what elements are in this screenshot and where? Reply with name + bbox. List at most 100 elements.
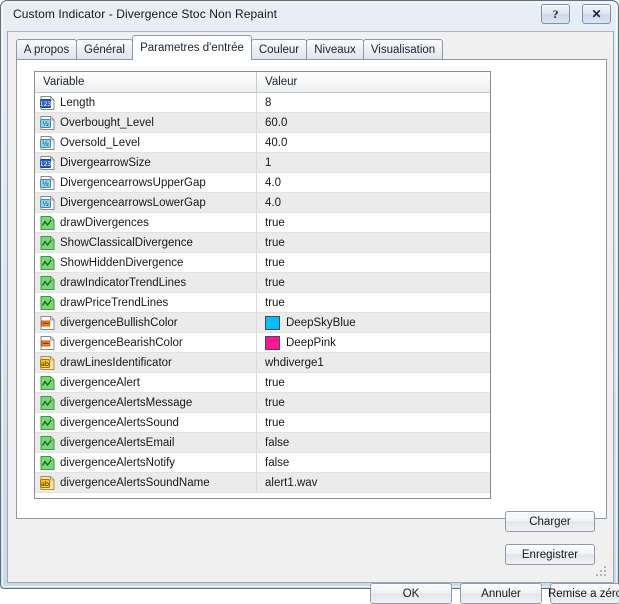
table-row[interactable]: divergenceAlertsNotify false — [35, 453, 490, 473]
parameter-value-cell[interactable]: true — [257, 213, 490, 232]
tab-couleur[interactable]: Couleur — [251, 39, 307, 60]
parameter-name-cell: ShowClassicalDivergence — [35, 233, 257, 252]
parameter-value-label: 60.0 — [265, 116, 288, 129]
parameter-value-cell[interactable]: 4.0 — [257, 193, 490, 212]
parameter-name-cell: ½ Oversold_Level — [35, 133, 257, 152]
parameter-name-cell: ½ Overbought_Level — [35, 113, 257, 132]
parameter-value-cell[interactable]: 60.0 — [257, 113, 490, 132]
bool-icon — [40, 255, 55, 270]
tab-a-propos[interactable]: A propos — [16, 39, 77, 60]
parameter-value-cell[interactable]: false — [257, 433, 490, 452]
parameter-name-label: DivergearrowSize — [60, 156, 151, 169]
parameter-name-cell: 123 Length — [35, 93, 257, 112]
table-row[interactable]: drawPriceTrendLines true — [35, 293, 490, 313]
parameter-value-label: true — [265, 396, 285, 409]
table-row[interactable]: drawIndicatorTrendLines true — [35, 273, 490, 293]
tab-visualisation[interactable]: Visualisation — [363, 39, 443, 60]
svg-text:½: ½ — [42, 140, 49, 148]
load-button[interactable]: Charger — [505, 511, 595, 532]
color-icon — [40, 315, 55, 330]
table-row[interactable]: divergenceAlertsEmail false — [35, 433, 490, 453]
table-row[interactable]: ½ DivergencearrowsLowerGap 4.0 — [35, 193, 490, 213]
cancel-button[interactable]: Annuler — [460, 583, 542, 604]
bool-icon — [40, 435, 55, 450]
parameter-name-label: Oversold_Level — [60, 136, 140, 149]
table-row[interactable]: ½ DivergencearrowsUpperGap 4.0 — [35, 173, 490, 193]
resize-grip-icon[interactable] — [596, 566, 608, 578]
bool-icon — [40, 215, 55, 230]
svg-text:ab: ab — [41, 360, 49, 368]
tab-niveaux[interactable]: Niveaux — [306, 39, 364, 60]
parameter-value-label: 4.0 — [265, 176, 281, 189]
string-icon: ab — [40, 355, 55, 370]
table-row[interactable]: ab drawLinesIdentificator whdiverge1 — [35, 353, 490, 373]
parameter-value-cell[interactable]: true — [257, 393, 490, 412]
bool-icon — [40, 295, 55, 310]
parameter-value-label: true — [265, 256, 285, 269]
parameter-value-cell[interactable]: true — [257, 413, 490, 432]
parameter-value-label: false — [265, 436, 290, 449]
bool-icon — [40, 455, 55, 470]
double-icon: ½ — [40, 175, 55, 190]
parameter-value-cell[interactable]: 1 — [257, 153, 490, 172]
parameter-value-cell[interactable]: alert1.wav — [257, 473, 490, 492]
close-button[interactable]: ✕ — [582, 4, 611, 24]
parameter-value-cell[interactable]: false — [257, 453, 490, 472]
table-row[interactable]: ShowClassicalDivergence true — [35, 233, 490, 253]
svg-text:½: ½ — [42, 180, 49, 188]
parameter-value-cell[interactable]: 4.0 — [257, 173, 490, 192]
table-row[interactable]: ShowHiddenDivergence true — [35, 253, 490, 273]
table-row[interactable]: ½ Overbought_Level 60.0 — [35, 113, 490, 133]
tab-g-n-ral[interactable]: Général — [76, 39, 133, 60]
parameter-value-cell[interactable]: DeepSkyBlue — [257, 313, 490, 332]
bool-icon — [40, 375, 55, 390]
table-row[interactable]: divergenceAlert true — [35, 373, 490, 393]
table-row[interactable]: drawDivergences true — [35, 213, 490, 233]
parameter-value-cell[interactable]: true — [257, 253, 490, 272]
save-button[interactable]: Enregistrer — [505, 544, 595, 565]
double-icon: ½ — [40, 195, 55, 210]
parameters-grid[interactable]: Variable Valeur 123 Length 8 ½ Overbought_Le… — [34, 71, 491, 499]
table-row[interactable]: 123 Length 8 — [35, 93, 490, 113]
double-icon: ½ — [40, 115, 55, 130]
parameter-name-label: divergenceAlertsSound — [60, 416, 179, 429]
table-row[interactable]: divergenceBullishColor DeepSkyBlue — [35, 313, 490, 333]
table-row[interactable]: divergenceAlertsSound true — [35, 413, 490, 433]
parameter-name-label: ShowHiddenDivergence — [60, 256, 184, 269]
parameter-name-label: drawDivergences — [60, 216, 149, 229]
parameter-value-cell[interactable]: DeepPink — [257, 333, 490, 352]
parameter-name-label: DivergencearrowsUpperGap — [60, 176, 206, 189]
parameter-value-cell[interactable]: true — [257, 233, 490, 252]
reset-button[interactable]: Remise a zéro — [548, 583, 619, 604]
table-row[interactable]: ½ Oversold_Level 40.0 — [35, 133, 490, 153]
column-header-valeur: Valeur — [265, 76, 298, 88]
parameter-value-label: whdiverge1 — [265, 356, 324, 369]
table-row[interactable]: divergenceAlertsMessage true — [35, 393, 490, 413]
svg-text:123: 123 — [40, 161, 51, 168]
parameter-value-cell[interactable]: true — [257, 373, 490, 392]
ok-button[interactable]: OK — [370, 583, 452, 604]
table-row[interactable]: divergenceBearishColor DeepPink — [35, 333, 490, 353]
table-row[interactable]: ab divergenceAlertsSoundName alert1.wav — [35, 473, 490, 493]
tab-strip: A propos Général Parametres d'entrée Couleu… — [16, 35, 608, 60]
parameter-name-cell: ab divergenceAlertsSoundName — [35, 473, 257, 492]
tab-parametres-d-entr-e[interactable]: Parametres d'entrée — [132, 35, 252, 60]
parameter-value-label: DeepPink — [286, 336, 336, 349]
parameter-value-cell[interactable]: 40.0 — [257, 133, 490, 152]
column-header-variable: Variable — [35, 72, 257, 92]
parameter-name-cell: divergenceAlertsMessage — [35, 393, 257, 412]
parameter-name-label: divergenceAlertsMessage — [60, 396, 193, 409]
tab-page-input-parameters: Variable Valeur 123 Length 8 ½ Overbought_Le… — [16, 59, 607, 519]
parameter-name-label: drawPriceTrendLines — [60, 296, 169, 309]
parameter-value-cell[interactable]: 8 — [257, 93, 490, 112]
parameter-value-cell[interactable]: whdiverge1 — [257, 353, 490, 372]
help-button[interactable]: ? — [541, 4, 570, 24]
table-row[interactable]: 123 DivergearrowSize 1 — [35, 153, 490, 173]
title-bar[interactable]: Custom Indicator - Divergence Stoc Non R… — [1, 1, 619, 30]
grid-header-row: Variable Valeur — [35, 72, 490, 93]
parameter-value-cell[interactable]: true — [257, 273, 490, 292]
parameter-value-cell[interactable]: true — [257, 293, 490, 312]
svg-text:123: 123 — [40, 101, 51, 108]
parameter-name-cell: ShowHiddenDivergence — [35, 253, 257, 272]
dialog-window: Custom Indicator - Divergence Stoc Non R… — [0, 0, 619, 604]
